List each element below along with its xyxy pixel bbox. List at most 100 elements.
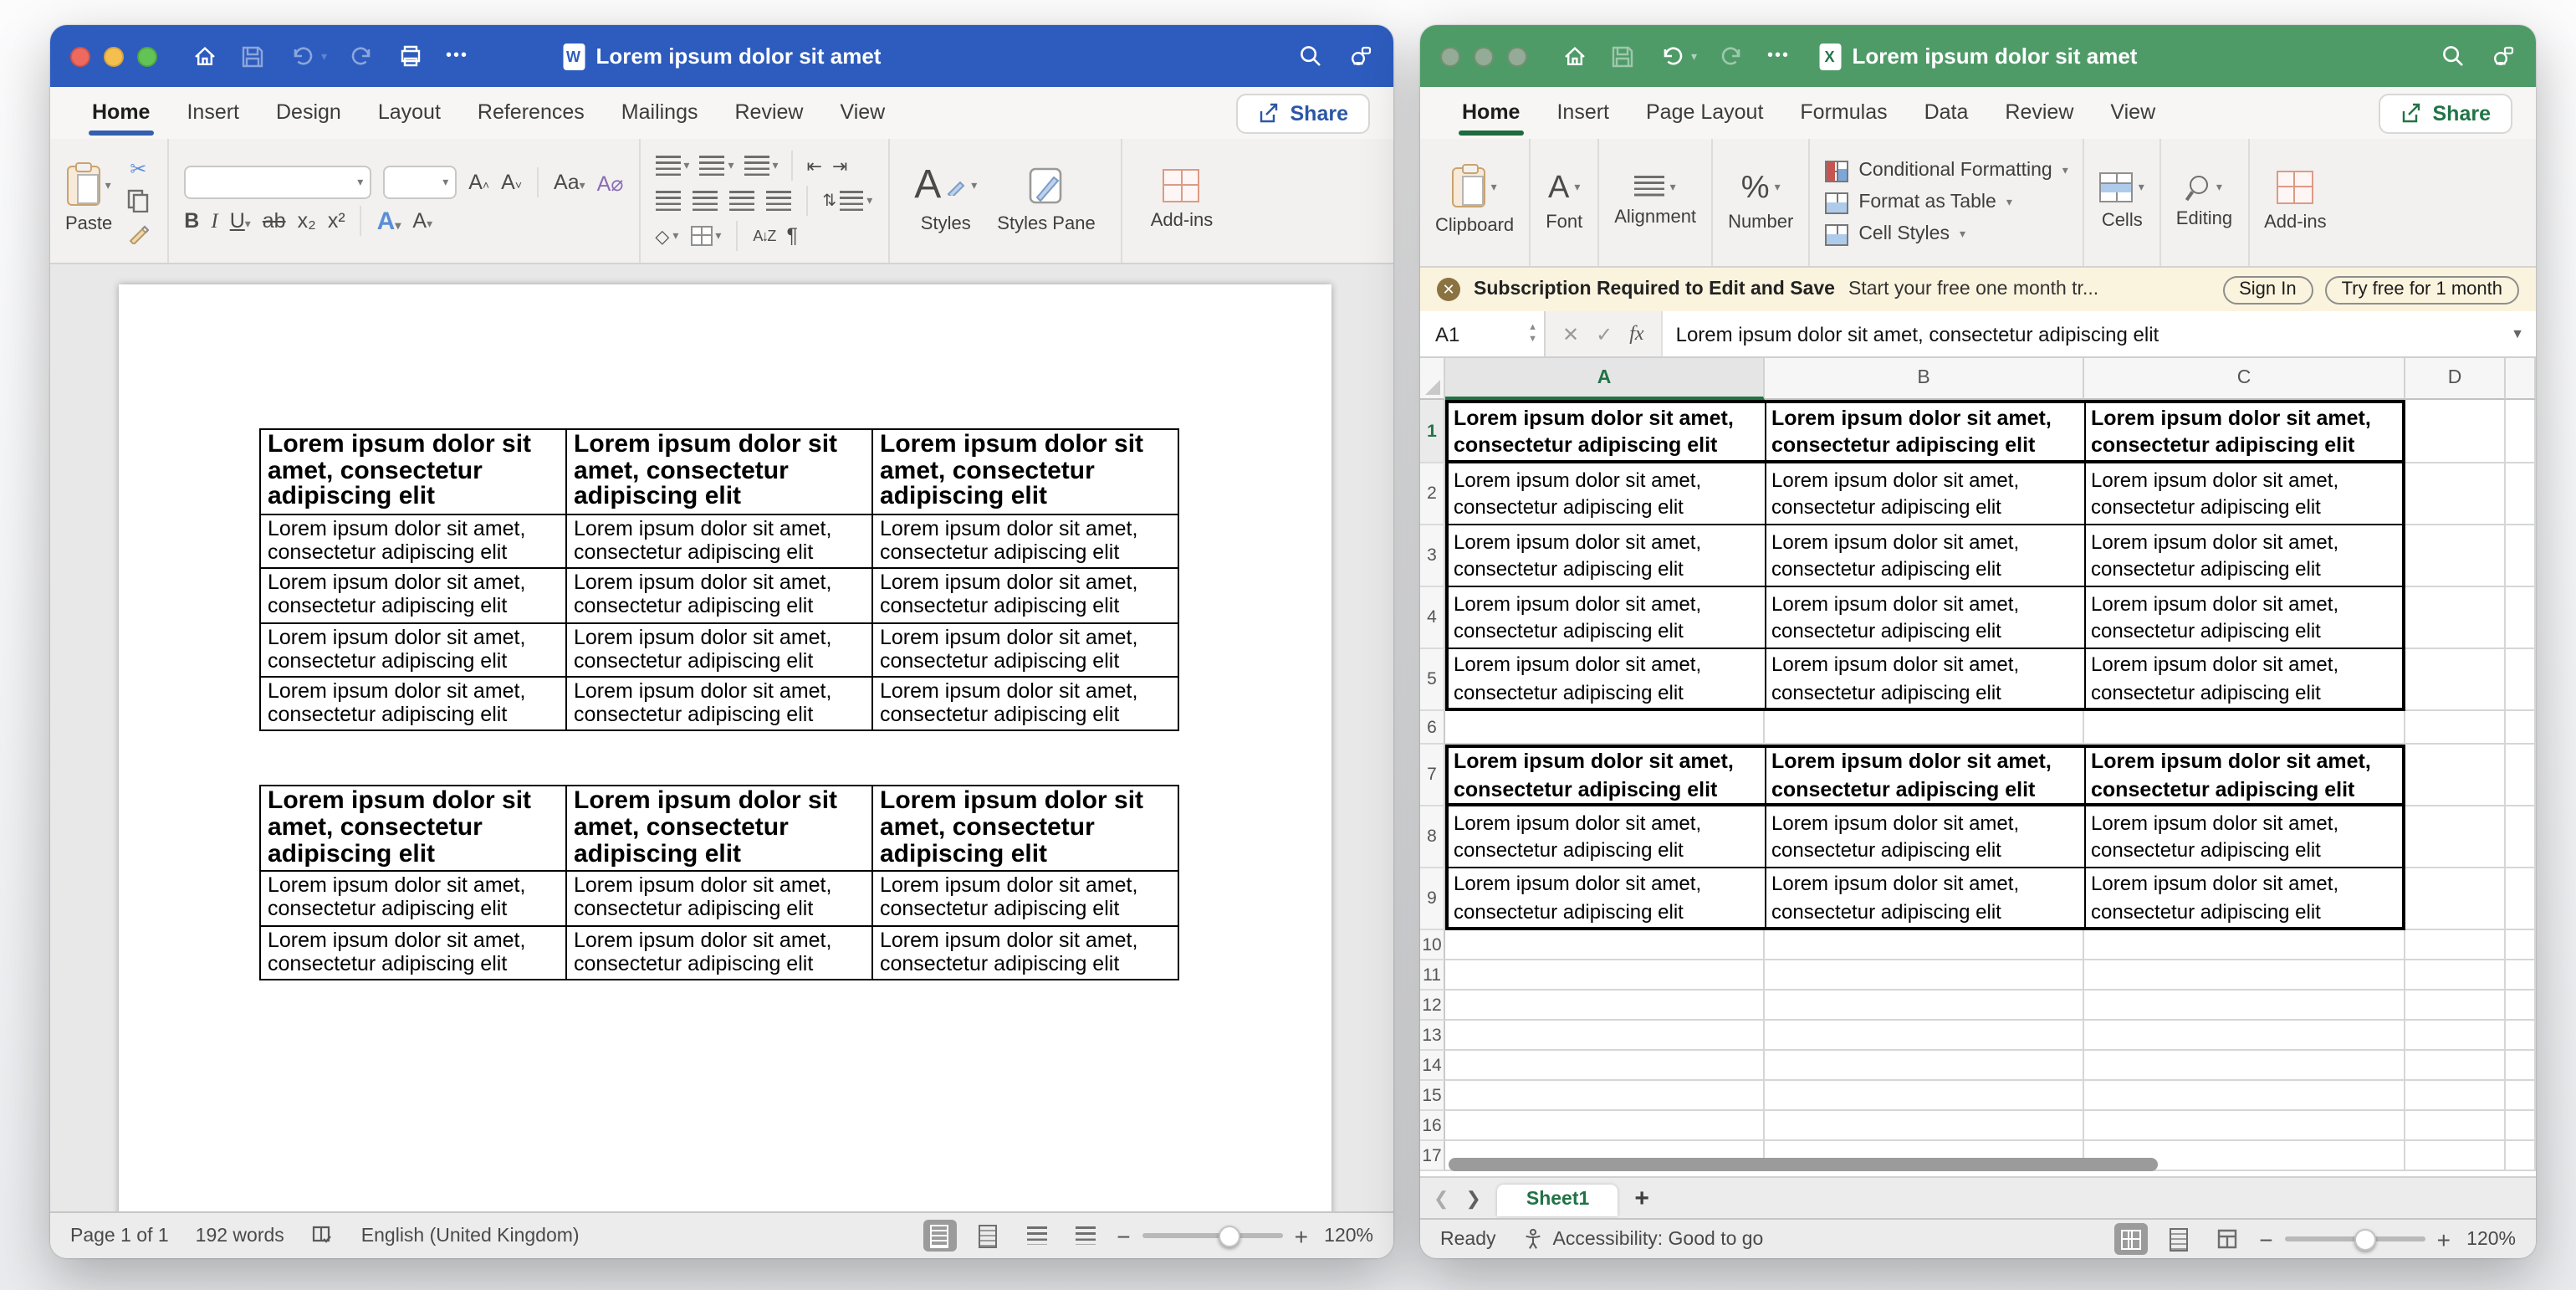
more-icon[interactable]: ••• [446,47,468,65]
cell-E15[interactable] [2506,1081,2536,1111]
zoom-slider[interactable] [2285,1236,2425,1241]
word-table-cell[interactable]: Lorem ipsum dolor sit amet, consectetur … [260,429,566,514]
cell-B8[interactable]: Lorem ipsum dolor sit amet, consectetur … [1765,806,2084,868]
cell-C16[interactable] [2084,1111,2405,1141]
conditional-formatting-button[interactable]: Conditional Formatting▾ [1825,158,2067,183]
close-button[interactable] [1440,46,1460,66]
word-table-2[interactable]: Lorem ipsum dolor sit amet, consectetur … [259,786,1179,980]
page-layout-view-button[interactable] [2162,1223,2195,1255]
home-icon[interactable] [1561,43,1587,69]
word-count[interactable]: 192 words [196,1226,284,1246]
tab-review[interactable]: Review [717,90,822,136]
save-icon[interactable] [1609,43,1636,69]
account-icon[interactable] [1347,43,1373,69]
zoom-slider-knob[interactable] [1219,1225,1240,1246]
cell-E3[interactable] [2506,525,2536,587]
bold-button[interactable]: B [184,209,199,233]
insert-function-icon[interactable]: fx [1629,321,1643,346]
column-header-B[interactable]: B [1765,358,2084,400]
align-center-button[interactable] [692,191,717,211]
formula-input[interactable]: Lorem ipsum dolor sit amet, consectetur … [1661,311,2499,356]
superscript-button[interactable]: x² [328,209,345,233]
word-table-cell[interactable]: Lorem ipsum dolor sit amet, consectetur … [566,514,872,569]
select-all-corner[interactable] [1420,358,1445,400]
page-break-view-button[interactable] [2211,1223,2244,1255]
name-box-stepper[interactable]: ▲▼ [1528,324,1537,344]
row-header-5[interactable]: 5 [1420,649,1445,711]
cell-E16[interactable] [2506,1111,2536,1141]
zoom-out-button[interactable]: − [2259,1227,2272,1251]
formula-bar-expand-icon[interactable]: ▼ [2499,311,2536,356]
column-header-C[interactable]: C [2084,358,2405,400]
cell-C14[interactable] [2084,1051,2405,1081]
cell-E14[interactable] [2506,1051,2536,1081]
cell-E11[interactable] [2506,960,2536,991]
normal-view-button[interactable] [2113,1223,2147,1255]
banner-close-icon[interactable]: ✕ [1437,278,1460,301]
save-icon[interactable] [239,43,266,69]
pilcrow-button[interactable]: ¶ [786,224,797,248]
word-table-cell[interactable]: Lorem ipsum dolor sit amet, consectetur … [872,786,1178,872]
share-button[interactable]: Share [2379,93,2513,133]
cell-D8[interactable] [2405,806,2506,868]
search-icon[interactable] [2439,43,2466,69]
cell-A13[interactable] [1445,1021,1765,1051]
cell-E13[interactable] [2506,1021,2536,1051]
row-header-16[interactable]: 16 [1420,1111,1445,1141]
cell-E8[interactable] [2506,806,2536,868]
cell-C4[interactable]: Lorem ipsum dolor sit amet, consectetur … [2084,587,2405,649]
redo-icon[interactable] [349,43,376,69]
zoom-percent[interactable]: 120% [1323,1226,1373,1246]
cell-A5[interactable]: Lorem ipsum dolor sit amet, consectetur … [1445,649,1765,711]
styles-button[interactable]: A▾ Styles [904,166,987,235]
row-header-2[interactable]: 2 [1420,463,1445,525]
row-header-3[interactable]: 3 [1420,525,1445,587]
row-header-6[interactable]: 6 [1420,711,1445,745]
multilevel-list-button[interactable]: ▾ [744,156,778,176]
cell-D17[interactable] [2405,1141,2506,1171]
alignment-button[interactable]: ▾ Alignment [1614,176,1696,228]
row-header-10[interactable]: 10 [1420,930,1445,960]
tab-home[interactable]: Home [1444,90,1538,136]
undo-chevron-icon[interactable]: ▾ [321,49,327,63]
cell-D4[interactable] [2405,587,2506,649]
word-table-cell[interactable]: Lorem ipsum dolor sit amet, consectetur … [260,568,566,622]
cell-C10[interactable] [2084,930,2405,960]
tab-page-layout[interactable]: Page Layout [1628,90,1781,136]
word-table-cell[interactable]: Lorem ipsum dolor sit amet, consectetur … [566,677,872,731]
try-free-button[interactable]: Try free for 1 month [2325,275,2519,304]
cell-C6[interactable] [2084,711,2405,745]
share-button[interactable]: Share [1237,93,1371,133]
cut-icon[interactable]: ✂ [124,156,152,182]
cell-E4[interactable] [2506,587,2536,649]
cell-A4[interactable]: Lorem ipsum dolor sit amet, consectetur … [1445,587,1765,649]
addins-button[interactable]: Add-ins [2264,171,2327,233]
cell-E1[interactable] [2506,400,2536,463]
increase-indent-icon[interactable]: ⇥ [832,155,847,177]
word-table-cell[interactable]: Lorem ipsum dolor sit amet, consectetur … [566,429,872,514]
sort-button[interactable]: A↓Z [753,228,774,244]
align-left-button[interactable] [655,191,680,211]
word-table-1[interactable]: Lorem ipsum dolor sit amet, consectetur … [259,428,1179,732]
zoom-window-button[interactable] [1507,46,1527,66]
minimize-button[interactable] [1474,46,1494,66]
cell-A14[interactable] [1445,1051,1765,1081]
row-header-4[interactable]: 4 [1420,587,1445,649]
cell-D15[interactable] [2405,1081,2506,1111]
enter-icon[interactable]: ✓ [1596,322,1613,346]
zoom-slider[interactable] [1142,1233,1283,1238]
word-table-cell[interactable]: Lorem ipsum dolor sit amet, consectetur … [566,871,872,925]
word-table-cell[interactable]: Lorem ipsum dolor sit amet, consectetur … [872,925,1178,980]
prev-sheet-icon[interactable]: ❮ [1434,1187,1449,1209]
row-header-12[interactable]: 12 [1420,991,1445,1021]
tab-references[interactable]: References [459,90,603,136]
word-table-cell[interactable]: Lorem ipsum dolor sit amet, consectetur … [260,677,566,731]
name-box[interactable]: A1 ▲▼ [1420,311,1546,356]
tab-view[interactable]: View [2092,90,2174,136]
cell-A1[interactable]: Lorem ipsum dolor sit amet, consectetur … [1445,400,1765,463]
word-table-cell[interactable]: Lorem ipsum dolor sit amet, consectetur … [260,622,566,677]
column-header-A[interactable]: A [1445,358,1765,400]
cell-A2[interactable]: Lorem ipsum dolor sit amet, consectetur … [1445,463,1765,525]
cells-button[interactable]: ▾ Cells [2100,172,2144,232]
row-header-7[interactable]: 7 [1420,745,1445,806]
